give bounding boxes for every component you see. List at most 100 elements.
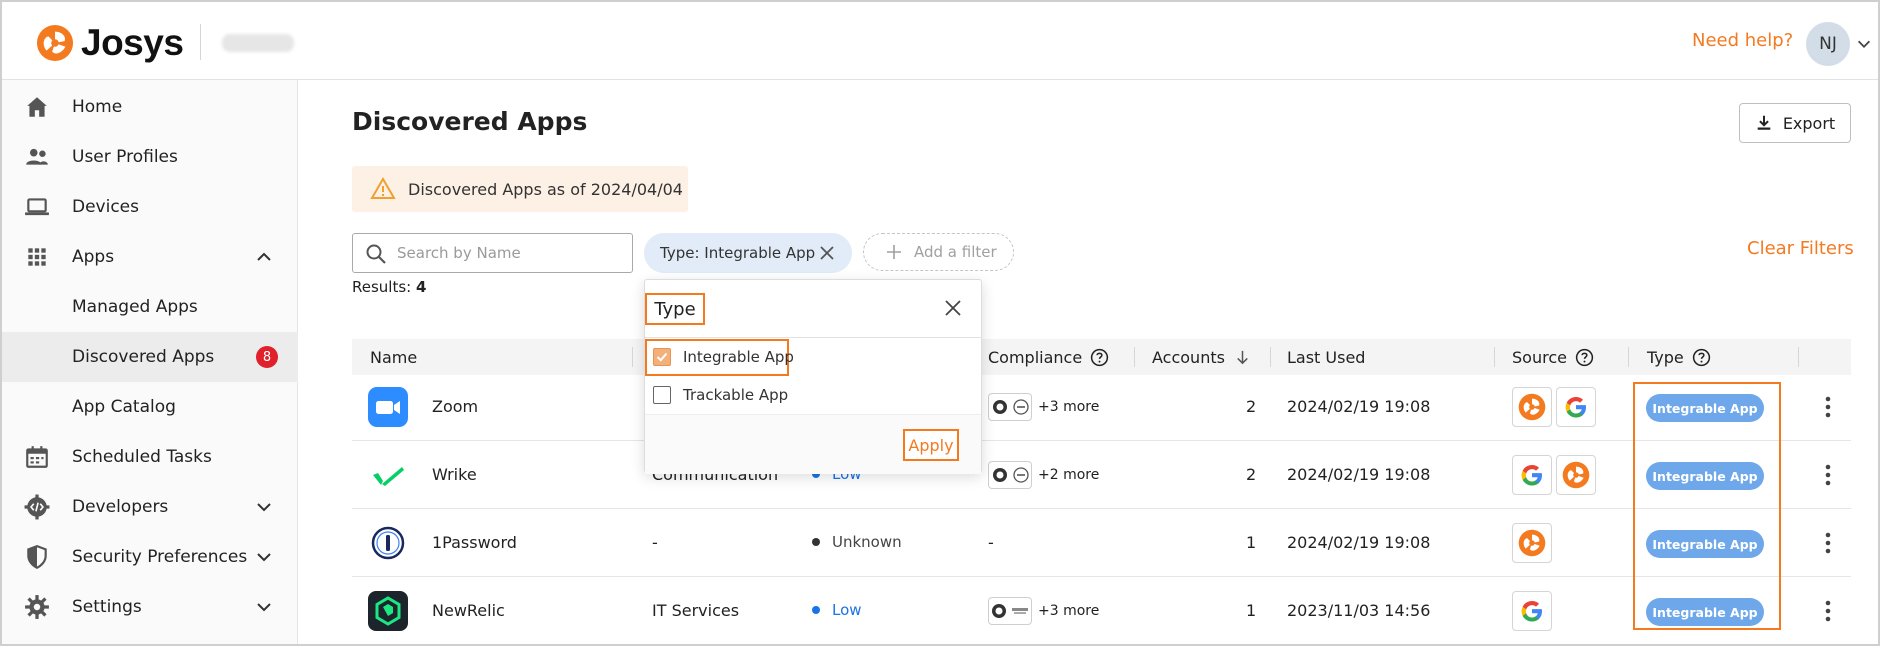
last-used-date: 2024/02/19 19:08 <box>1287 465 1431 484</box>
chevron-down-icon[interactable] <box>254 597 274 617</box>
notice-text: Discovered Apps as of 2024/04/04 <box>408 179 683 199</box>
export-label: Export <box>1782 113 1836 133</box>
app-name[interactable]: 1Password <box>432 533 517 552</box>
sidebar-item-apps[interactable]: Apps <box>2 232 298 282</box>
close-icon[interactable] <box>943 298 963 318</box>
shield-icon <box>27 545 47 570</box>
search-input[interactable] <box>397 242 621 264</box>
sidebar-item-settings[interactable]: Settings <box>2 582 298 632</box>
sidebar-item-label: Home <box>72 97 123 117</box>
option-integrable-app[interactable]: Integrable App <box>653 348 794 366</box>
option-label: Trackable App <box>683 386 789 404</box>
column-header-label: Name <box>370 348 418 367</box>
sidebar-item-label: Security Preferences <box>72 547 248 567</box>
more-vertical-icon[interactable] <box>1816 597 1840 625</box>
app-window: Josys Need help? NJ Home User Profiles D… <box>0 0 1880 646</box>
download-icon <box>1757 115 1771 130</box>
sidebar-item-label: Devices <box>72 197 139 217</box>
add-filter-button[interactable]: Add a filter <box>863 233 1014 271</box>
developer-gear-icon <box>24 494 50 520</box>
sidebar-item-label: Discovered Apps <box>72 347 215 367</box>
checkbox-unchecked[interactable] <box>653 386 671 404</box>
warning-icon <box>370 177 396 199</box>
sidebar-item-home[interactable]: Home <box>2 82 298 132</box>
sidebar-item-managed-apps[interactable]: Managed Apps <box>2 282 298 332</box>
results-label: Results: <box>352 278 412 296</box>
chevron-down-icon[interactable] <box>1855 35 1873 53</box>
column-header-source[interactable]: Source <box>1512 348 1594 367</box>
more-vertical-icon[interactable] <box>1816 393 1840 421</box>
close-icon[interactable] <box>818 244 836 262</box>
last-used-date: 2024/02/19 19:08 <box>1287 397 1431 416</box>
column-header-label: Source <box>1512 348 1567 367</box>
column-header-accounts[interactable]: Accounts <box>1152 348 1252 367</box>
popover-header: Type <box>645 280 981 338</box>
chevron-down-icon[interactable] <box>254 547 274 567</box>
option-trackable-app[interactable]: Trackable App <box>653 386 788 404</box>
table-row[interactable]: 1Password - Unknown - 1 2024/02/19 19:08… <box>352 509 1851 577</box>
wrike-logo-icon <box>373 467 404 486</box>
more-vertical-icon[interactable] <box>1816 529 1840 557</box>
header-divider <box>200 24 201 60</box>
column-separator <box>1134 347 1135 367</box>
google-source-icon <box>1556 387 1596 427</box>
need-help-link[interactable]: Need help? <box>1692 30 1793 51</box>
sidebar-item-discovered-apps[interactable]: Discovered Apps 8 <box>2 332 298 382</box>
search-icon <box>366 244 386 264</box>
column-header-label: Compliance <box>988 348 1083 367</box>
popover-footer: Apply <box>645 414 981 474</box>
tenant-name-redacted <box>222 34 294 52</box>
user-avatar[interactable]: NJ <box>1806 22 1850 66</box>
brand-logo[interactable]: Josys <box>36 22 184 64</box>
results-number: 4 <box>416 278 427 296</box>
josys-source-icon <box>1512 387 1552 427</box>
more-vertical-icon[interactable] <box>1816 461 1840 489</box>
column-header-last-used[interactable]: Last Used <box>1287 348 1365 367</box>
app-name[interactable]: Zoom <box>432 397 478 416</box>
clear-filters-link[interactable]: Clear Filters <box>1747 238 1854 259</box>
sidebar-item-label: Scheduled Tasks <box>72 447 212 467</box>
compliance-more[interactable]: +3 more <box>1038 399 1099 415</box>
sidebar-item-user-profiles[interactable]: User Profiles <box>2 132 298 182</box>
risk-level: Low <box>812 601 862 619</box>
column-header-type[interactable]: Type <box>1647 348 1711 367</box>
compliance-badges: +2 more <box>988 461 1099 489</box>
chevron-down-icon[interactable] <box>254 497 274 517</box>
column-separator <box>632 347 633 367</box>
column-separator <box>1270 347 1271 367</box>
table-header: Name Compliance Accounts Last Used Sourc… <box>352 339 1851 375</box>
home-icon <box>27 97 47 117</box>
sort-down-arrow-icon[interactable] <box>1233 348 1252 367</box>
export-button[interactable]: Export <box>1739 103 1851 143</box>
sidebar-item-security-preferences[interactable]: Security Preferences <box>2 532 298 582</box>
app-name[interactable]: Wrike <box>432 465 477 484</box>
sidebar-item-app-catalog[interactable]: App Catalog <box>2 382 298 432</box>
sidebar-item-label: Settings <box>72 597 142 617</box>
1password-logo-icon <box>371 526 405 560</box>
search-box[interactable] <box>352 233 633 273</box>
app-name[interactable]: NewRelic <box>432 601 505 620</box>
column-header-compliance[interactable]: Compliance <box>988 348 1109 367</box>
type-filter-popover: Type Integrable App Trackable App Apply <box>644 279 982 474</box>
table-row[interactable]: NewRelic IT Services Low +3 more 1 2023/… <box>352 577 1851 644</box>
compliance-more[interactable]: +2 more <box>1038 467 1099 483</box>
help-icon[interactable] <box>1575 348 1594 367</box>
sidebar-item-scheduled-tasks[interactable]: Scheduled Tasks <box>2 432 298 482</box>
help-icon[interactable] <box>1692 348 1711 367</box>
sidebar-item-developers[interactable]: Developers <box>2 482 298 532</box>
sidebar-item-devices[interactable]: Devices <box>2 182 298 232</box>
laptop-icon <box>25 198 49 216</box>
compliance-more[interactable]: +3 more <box>1038 603 1099 619</box>
soc-badge-icon <box>992 400 1007 414</box>
chevron-up-icon[interactable] <box>254 247 274 267</box>
table-row[interactable]: Wrike Communication Low +2 more 2 2024/0… <box>352 441 1851 509</box>
filter-chip-type[interactable]: Type: Integrable App <box>644 233 852 273</box>
compliance-empty: - <box>988 533 994 552</box>
apply-button[interactable]: Apply <box>903 429 959 461</box>
check-icon <box>656 352 668 362</box>
table-row[interactable]: Zoom +3 more 2 2024/02/19 19:08 Integrab… <box>352 373 1851 441</box>
help-icon[interactable] <box>1090 348 1109 367</box>
column-separator <box>1798 347 1799 367</box>
column-header-name[interactable]: Name <box>370 348 417 367</box>
checkbox-checked[interactable] <box>653 348 671 366</box>
